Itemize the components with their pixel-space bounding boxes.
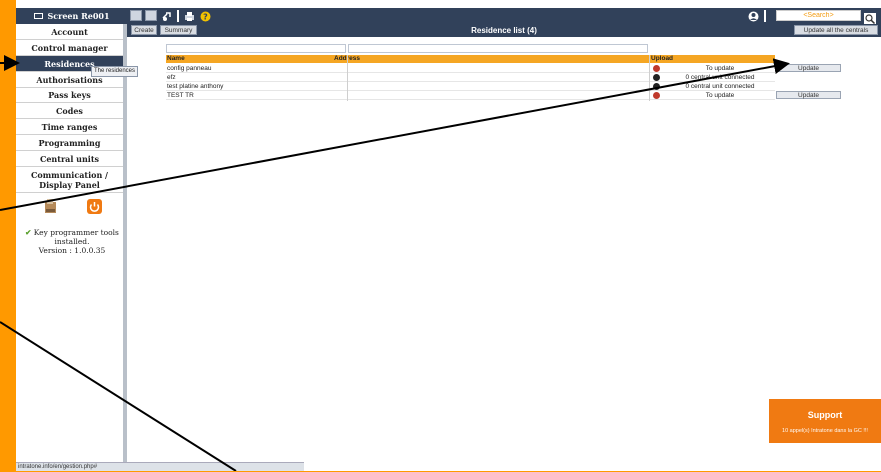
support-subtitle: 10 appel(s) Intratone dans la GC !!! — [782, 428, 868, 434]
toolbar-button-2[interactable] — [145, 10, 157, 21]
sidebar-item-pass-keys[interactable]: Pass keys — [16, 87, 123, 103]
residence-address — [348, 64, 648, 73]
monitor-icon — [34, 13, 44, 19]
residence-name[interactable]: efz — [167, 73, 332, 82]
sidebar-divider — [123, 24, 127, 464]
sidebar-item-programming[interactable]: Programming — [16, 135, 123, 151]
search-icon[interactable] — [864, 10, 876, 25]
status-black-icon — [653, 74, 660, 81]
svg-text:?: ? — [203, 12, 208, 21]
version-text: Version : 1.0.0.35 — [38, 246, 106, 255]
sidebar-item-central-units[interactable]: Central units — [16, 151, 123, 167]
user-icon[interactable] — [747, 10, 759, 22]
status-red-icon — [653, 92, 660, 99]
name-filter-input[interactable] — [166, 44, 346, 53]
upload-status: 0 central unit connected — [685, 74, 755, 81]
upload-status: 0 central unit connected — [685, 83, 755, 90]
upload-status: To update — [705, 92, 735, 99]
search-input[interactable] — [776, 10, 861, 21]
upload-status: To update — [705, 65, 735, 72]
sidebar-item-control-manager[interactable]: Control manager — [16, 40, 123, 56]
table-header: Name Address Upload — [166, 55, 775, 63]
address-filter-input[interactable] — [348, 44, 648, 53]
toolbar-separator — [764, 10, 766, 22]
sidebar-item-account[interactable]: Account — [16, 24, 123, 40]
table-row[interactable]: efz 0 central unit connected — [166, 73, 775, 82]
create-button[interactable]: Create — [131, 25, 157, 35]
top-toolbar: Screen Re001 ? — [16, 8, 881, 25]
tools-status-text: Key programmer tools installed. — [33, 228, 119, 246]
content-toolbar: Residence list (4) Create Summary Update… — [127, 24, 881, 37]
screen-selector[interactable]: Screen Re001 — [16, 8, 128, 24]
status-black-icon — [653, 83, 660, 90]
table-row[interactable]: test platine anthony 0 central unit conn… — [166, 82, 775, 91]
support-title: Support — [807, 410, 843, 420]
toolbar-button-1[interactable] — [130, 10, 142, 21]
browser-status-bar: intratone.info/en/gestion.php# — [16, 462, 304, 471]
tools-info: ✔ Key programmer tools installed. Versio… — [22, 228, 122, 255]
support-panel[interactable]: Support 10 appel(s) Intratone dans la GC… — [769, 399, 881, 443]
page-title: Residence list (4) — [471, 26, 537, 35]
sidebar-item-time-ranges[interactable]: Time ranges — [16, 119, 123, 135]
tooltip-residences: The residences — [91, 66, 139, 77]
link-icon[interactable] — [161, 10, 173, 22]
update-all-button[interactable]: Update all the centrals — [794, 25, 878, 35]
table-row[interactable]: config panneau To update Update — [166, 64, 841, 73]
print-icon[interactable] — [183, 10, 195, 22]
column-divider — [649, 55, 650, 101]
help-icon[interactable]: ? — [199, 10, 211, 22]
screen-label: Screen Re001 — [47, 11, 110, 21]
sidebar-item-communication-display-panel[interactable]: Communication / Display Panel — [16, 167, 123, 193]
checkmark-icon: ✔ — [25, 228, 32, 237]
update-button[interactable]: Update — [776, 91, 841, 99]
update-button[interactable]: Update — [776, 64, 841, 72]
summary-button[interactable]: Summary — [160, 25, 197, 35]
residence-address — [348, 82, 648, 91]
column-header-name[interactable]: Name — [167, 55, 185, 63]
toolbar-separator — [177, 10, 179, 22]
status-red-icon — [653, 65, 660, 72]
power-icon[interactable] — [87, 199, 102, 214]
residence-name[interactable]: TEST TR — [167, 91, 332, 100]
column-header-upload[interactable]: Upload — [651, 55, 673, 63]
residence-address — [348, 73, 648, 82]
table-row[interactable]: TEST TR To update Update — [166, 91, 841, 100]
key-programmer-icon[interactable] — [44, 199, 58, 215]
residence-name[interactable]: test platine anthony — [167, 82, 332, 91]
sidebar-item-codes[interactable]: Codes — [16, 103, 123, 119]
residence-name[interactable]: config panneau — [167, 64, 332, 73]
residence-address — [348, 91, 648, 100]
column-divider — [347, 55, 348, 101]
